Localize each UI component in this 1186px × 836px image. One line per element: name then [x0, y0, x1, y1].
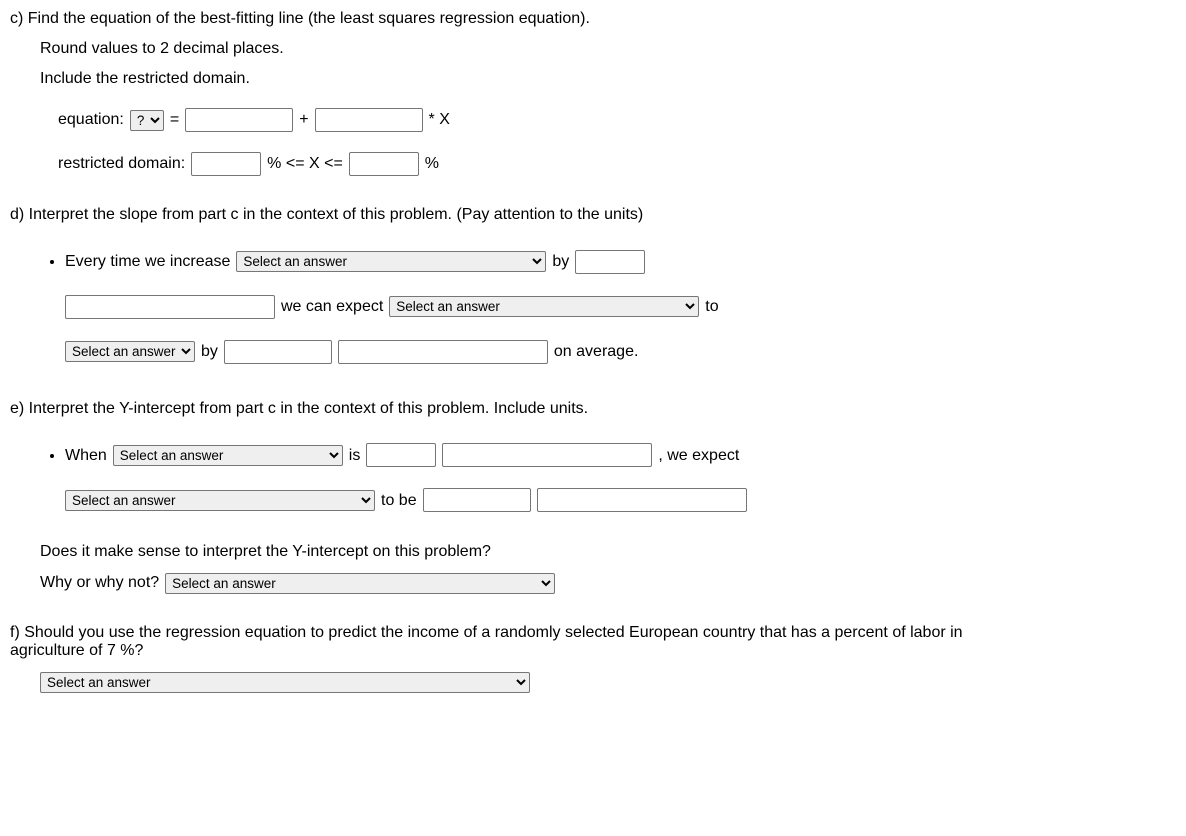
- equation-label: equation:: [58, 111, 124, 129]
- d-amount-input[interactable]: [224, 340, 332, 364]
- intercept-input[interactable]: [185, 108, 293, 132]
- slope-input[interactable]: [315, 108, 423, 132]
- d-by-input[interactable]: [575, 250, 645, 274]
- equals-text: =: [170, 111, 179, 129]
- equation-var-select[interactable]: ?: [130, 110, 164, 131]
- d-unit-input[interactable]: [65, 295, 275, 319]
- part-c-title: c) Find the equation of the best-fitting…: [10, 10, 1176, 28]
- e-is-unit-input[interactable]: [442, 443, 652, 467]
- part-c-include: Include the restricted domain.: [40, 70, 1176, 88]
- times-x-text: * X: [429, 111, 450, 129]
- d-on-average: on average.: [554, 334, 639, 369]
- d-we-expect: we can expect: [281, 289, 383, 324]
- e-expect-select[interactable]: Select an answer: [65, 490, 375, 511]
- domain-min-input[interactable]: [191, 152, 261, 176]
- e-we-expect: , we expect: [658, 438, 739, 473]
- pct-le-text: % <= X <=: [267, 155, 343, 173]
- pct-text: %: [425, 155, 439, 173]
- d-by2: by: [201, 334, 218, 369]
- e-tobe-unit-input[interactable]: [537, 488, 747, 512]
- e-does-sense: Does it make sense to interpret the Y-in…: [40, 543, 1176, 561]
- e-when: When: [65, 438, 107, 473]
- e-tobe-input[interactable]: [423, 488, 531, 512]
- d-expect-select[interactable]: Select an answer: [389, 296, 699, 317]
- e-to-be: to be: [381, 483, 417, 518]
- d-direction-select[interactable]: Select an answer: [65, 341, 195, 362]
- part-c-round: Round values to 2 decimal places.: [40, 40, 1176, 58]
- part-e-title: e) Interpret the Y-intercept from part c…: [10, 400, 1176, 418]
- domain-label: restricted domain:: [58, 155, 185, 173]
- d-increase-select[interactable]: Select an answer: [236, 251, 546, 272]
- d-to: to: [705, 289, 718, 324]
- e-why-select[interactable]: Select an answer: [165, 573, 555, 594]
- plus-text: +: [299, 111, 308, 129]
- d-by: by: [552, 244, 569, 279]
- d-every-time: Every time we increase: [65, 244, 230, 279]
- e-is-input[interactable]: [366, 443, 436, 467]
- e-is: is: [349, 438, 361, 473]
- part-f-title: f) Should you use the regression equatio…: [10, 624, 990, 660]
- e-when-select[interactable]: Select an answer: [113, 445, 343, 466]
- part-d-title: d) Interpret the slope from part c in th…: [10, 206, 1176, 224]
- domain-max-input[interactable]: [349, 152, 419, 176]
- d-unit2-input[interactable]: [338, 340, 548, 364]
- e-why: Why or why not?: [40, 574, 159, 592]
- f-select[interactable]: Select an answer: [40, 672, 530, 693]
